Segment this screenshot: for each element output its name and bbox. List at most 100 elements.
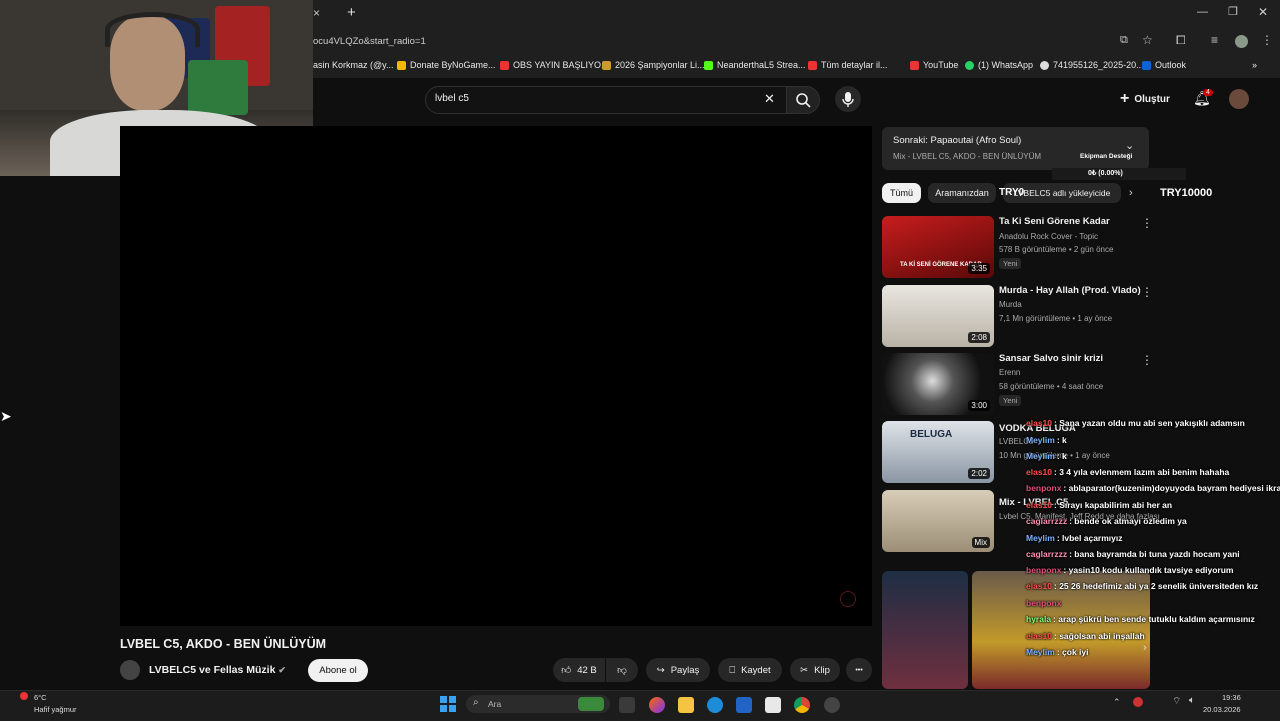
clear-search-icon[interactable]: ✕ [764,91,775,107]
dislike-button[interactable]: 👎︎ [606,658,638,682]
more-actions-icon[interactable]: ⋮ [1141,354,1153,366]
bookmark-item[interactable]: Donate ByNoGame... [397,60,496,70]
clip-button[interactable]: ✂ Klip [790,658,840,682]
video-thumbnail[interactable]: 3:00 [882,353,994,415]
chrome-icon[interactable] [794,697,810,713]
clock-date[interactable]: 20.03.2026 [1203,705,1241,714]
donation-goal-label: TRY10000 [1160,187,1213,199]
new-badge: Yeni [999,258,1022,269]
bookmark-item[interactable]: NeanderthaL5 Strea... [704,60,806,70]
chat-message: elas10: Sırayı kapabilirim abi her an [1026,500,1173,510]
maximize-button[interactable]: ❐ [1228,5,1238,18]
video-thumbnail[interactable]: Mix [882,490,994,552]
edge-icon[interactable] [707,697,723,713]
more-actions-button[interactable]: ••• [846,658,872,682]
menu-dots-icon[interactable]: ⋮ [1261,33,1273,47]
network-icon[interactable]: ⌔ [1172,695,1181,708]
channel-avatar[interactable] [120,660,140,680]
reading-list-icon[interactable]: ≡ [1211,33,1218,47]
bookmark-item[interactable]: 2026 Şampiyonlar Li... [602,60,705,70]
bookmark-item[interactable]: Tüm detaylar il... [808,60,888,70]
bookmark-item[interactable]: OBS YAYIN BAŞLIYO... [500,60,609,70]
video-channel[interactable]: Erenn [999,368,1020,377]
volume-icon[interactable]: 🔈︎ [1189,695,1195,706]
video-player[interactable] [120,126,872,626]
video-channel[interactable]: Murda [999,300,1022,309]
account-avatar[interactable] [1229,89,1249,109]
video-thumbnail[interactable]: TA Kİ SENİ GÖRENE KADAR 3:35 [882,216,994,278]
taskbar-search-box[interactable]: ⌕ Ara [466,695,610,713]
tray-app-icon[interactable] [1133,697,1143,707]
tab-close-button[interactable]: × [313,6,343,22]
task-view-icon[interactable] [619,697,635,713]
bookmarks-overflow-icon[interactable]: » [1252,60,1257,70]
chat-message: hyrala: arap şükrü ben sende tutuklu kal… [1026,614,1255,624]
clock-time[interactable]: 19:36 [1222,693,1241,702]
minimize-button[interactable]: — [1197,6,1208,18]
up-next-panel[interactable]: Sonraki: Papaoutai (Afro Soul) Mix - LVB… [882,127,1149,170]
scissors-icon: ✂ [800,664,809,676]
more-actions-icon[interactable]: ⋮ [1141,286,1153,298]
video-thumbnail[interactable]: BELUGA 2:02 [882,421,994,483]
search-icon [796,93,811,108]
new-tab-button[interactable]: + [347,4,356,21]
outlook-favicon-icon [1142,60,1151,70]
video-meta: 7,1 Mn görüntüleme • 1 ay önce [999,314,1113,323]
obs-icon[interactable] [824,697,840,713]
channel-name[interactable]: LVBELC5 ve Fellas Müzik ✔︎ [149,664,286,676]
bookmark-favicon-icon [1040,60,1049,70]
extensions-icon[interactable]: ⧠ [1176,33,1186,48]
shorts-thumbnail[interactable] [882,571,968,689]
donation-min-label: TRY0 [999,187,1025,198]
windows-start-icon[interactable] [440,696,456,712]
filter-chip-all[interactable]: Tümü [882,183,921,203]
copilot-icon[interactable] [649,697,665,713]
headset-icon [105,12,200,47]
install-icon[interactable]: ⧉ [1120,34,1128,47]
search-highlight-icon [578,697,604,711]
video-channel[interactable]: Anadolu Rock Cover - Topic [999,232,1098,241]
like-button[interactable]: 👍︎ 42 B [553,658,605,682]
search-button[interactable] [786,86,820,114]
duration-badge: 3:00 [968,400,990,411]
bookmark-item[interactable]: Outlook [1142,60,1186,70]
search-input[interactable]: lvbel c5 ✕ [425,86,791,114]
chevron-down-icon[interactable]: ⌄ [1125,139,1134,152]
thumbs-up-icon: 👍︎ [561,665,572,676]
file-explorer-icon[interactable] [678,697,694,713]
search-input-text[interactable]: lvbel c5 [435,93,469,104]
save-button[interactable]: ⎕ Kaydet [718,658,782,682]
bookmark-star-icon[interactable]: ☆ [1142,33,1153,47]
donation-progress-bar: 0₺ (0.00%) [1052,168,1186,180]
store-icon[interactable] [736,697,752,713]
more-actions-icon[interactable]: ⋮ [1141,217,1153,229]
yandex-icon[interactable] [765,697,781,713]
url-field[interactable]: ocu4VLQZo&start_radio=1 [313,36,426,47]
chat-message: benponx: yasin10 kodu kullandık tavsiye … [1026,565,1234,575]
voice-search-button[interactable] [835,86,861,112]
chat-message: Meylim: lvbel açarmıyız [1026,533,1123,543]
bookmark-favicon-icon [397,60,406,70]
share-button[interactable]: ↪ Paylaş [646,658,710,682]
subscribe-button[interactable]: Abone ol [308,659,368,682]
bookmark-item[interactable]: asin Korkmaz (@y... [313,60,394,70]
tray-chevron-icon[interactable]: ⌃ [1113,697,1121,708]
bookmark-item[interactable]: YouTube [910,60,958,70]
bookmark-item[interactable]: (1) WhatsApp [965,60,1033,70]
profile-avatar-icon[interactable] [1235,35,1248,48]
microphone-icon [842,92,854,107]
shorts-next-icon[interactable]: › [1143,642,1147,654]
video-title[interactable]: Ta Ki Seni Görene Kadar [999,216,1110,227]
bookmark-item[interactable]: 741955126_2025-20... [1040,60,1144,70]
video-title[interactable]: Sansar Salvo sinir krizi [999,353,1103,364]
close-window-button[interactable]: ✕ [1258,5,1268,19]
video-title[interactable]: Murda - Hay Allah (Prod. Vlado) [999,285,1141,296]
weather-temp[interactable]: 6°C [34,693,47,702]
bookmark-icon: ⎕ [729,664,736,676]
weather-desc[interactable]: Hafif yağmur [34,705,77,714]
chevron-right-icon[interactable]: › [1129,187,1133,199]
filter-chip-from-search[interactable]: Aramanızdan [928,183,996,203]
chat-message: Meylim: k [1026,435,1067,445]
video-thumbnail[interactable]: 2:08 [882,285,994,347]
create-button[interactable]: + Oluştur [1120,90,1170,108]
